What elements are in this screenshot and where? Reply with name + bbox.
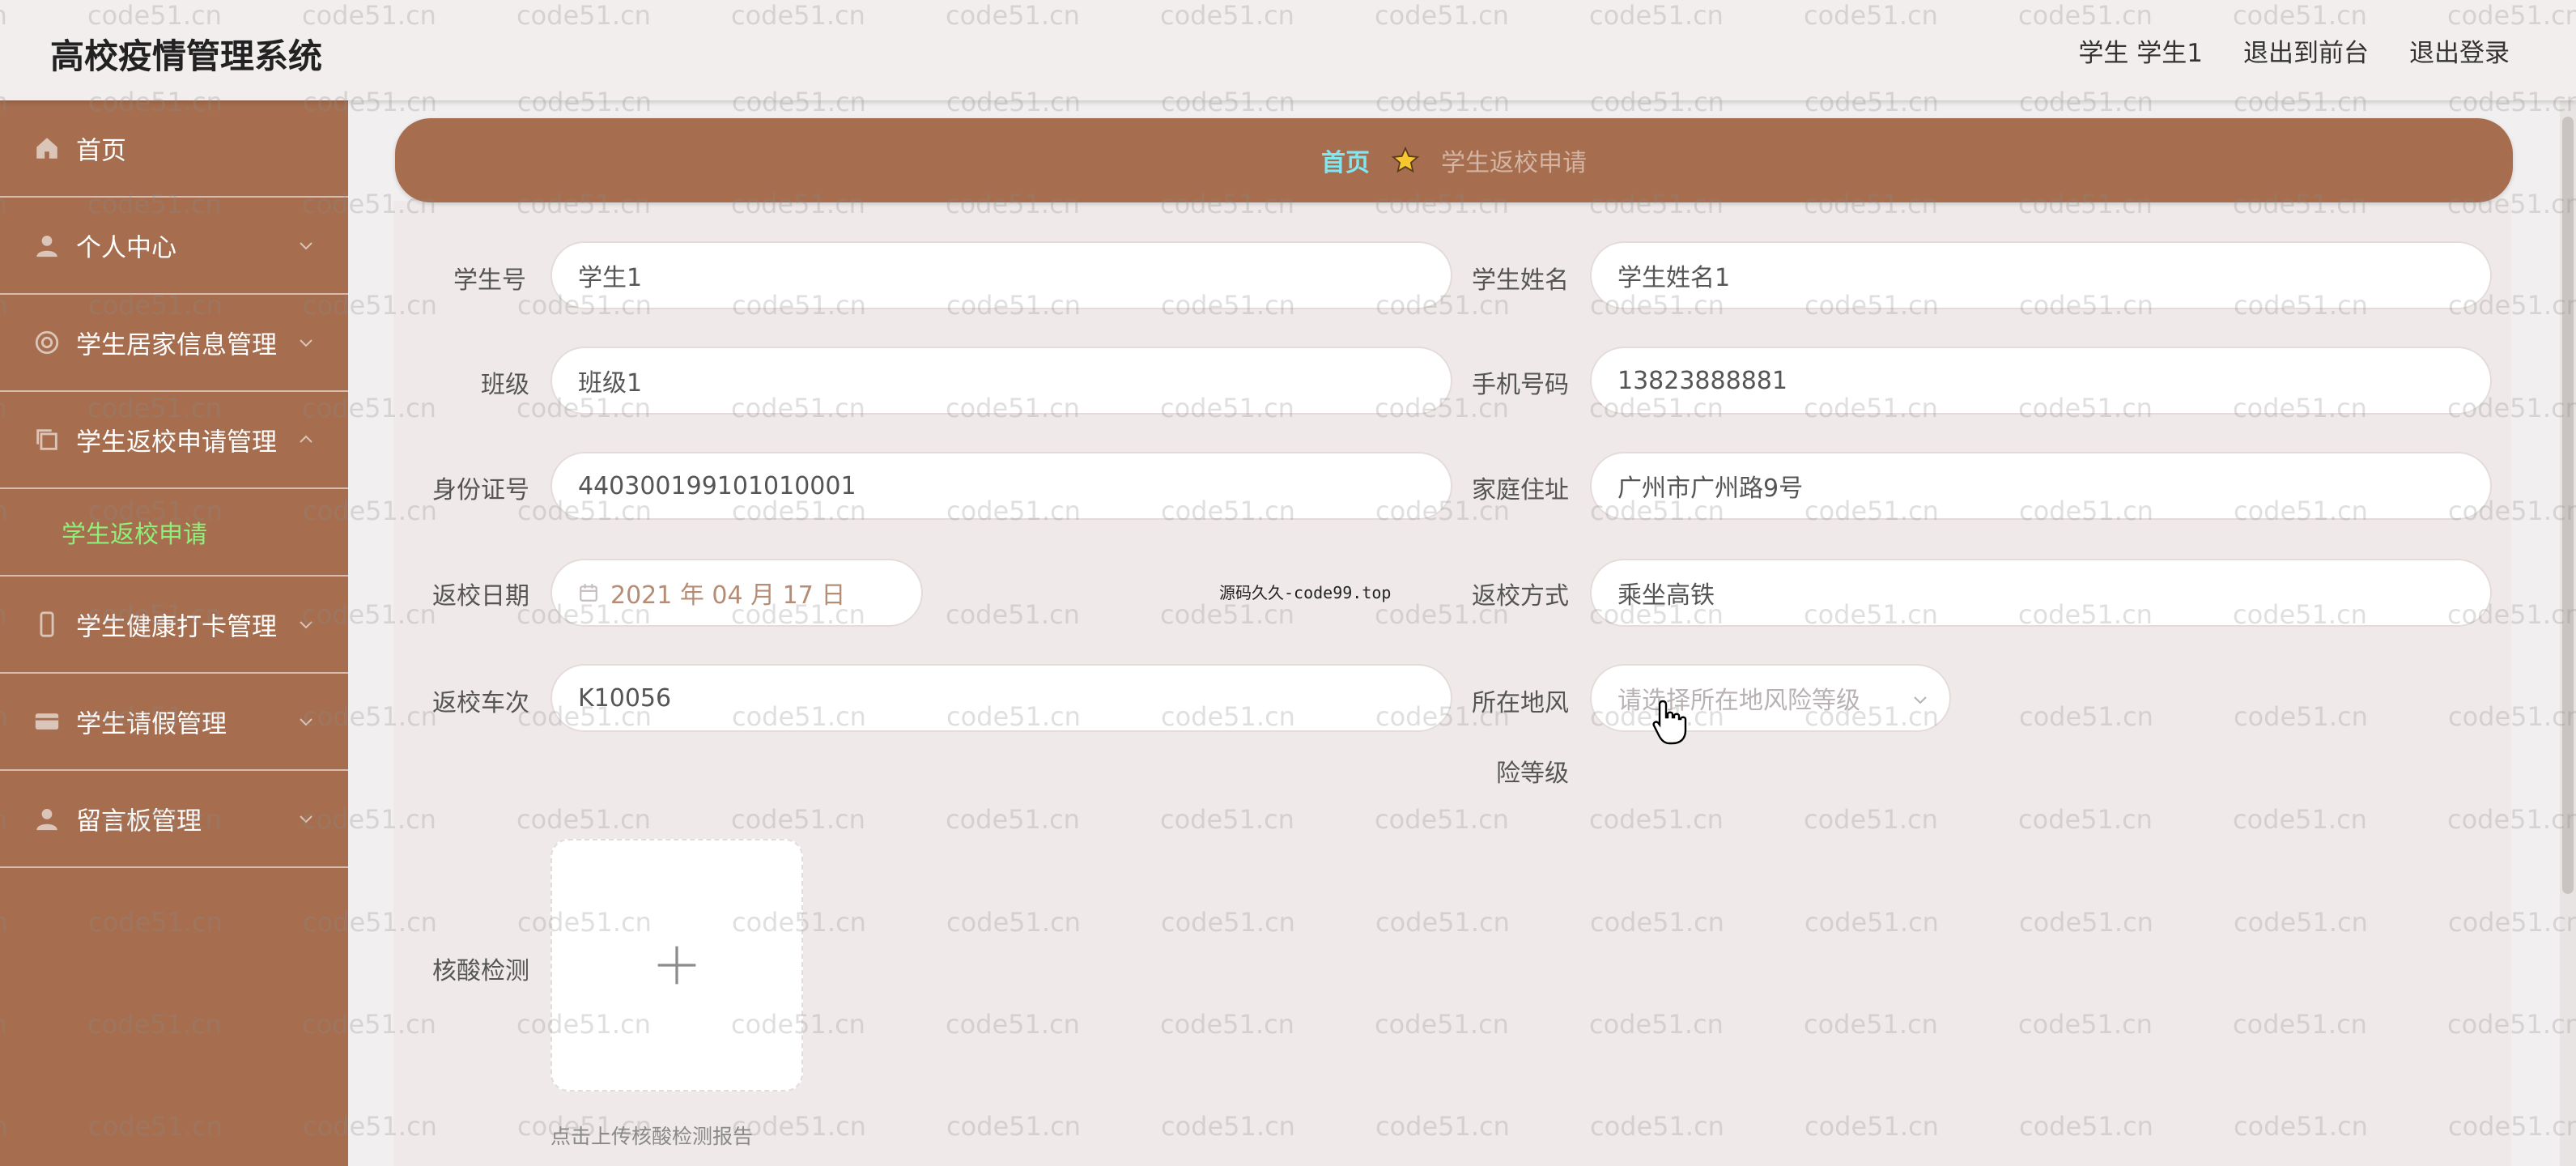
logout-link[interactable]: 退出登录 (2409, 32, 2510, 69)
class-input[interactable]: 班级1 (550, 347, 1452, 415)
breadcrumb-home-link[interactable]: 首页 (1321, 143, 1370, 178)
page-scrollbar[interactable] (2560, 100, 2576, 1166)
chevron-down-icon (300, 621, 312, 629)
phone-icon (32, 610, 62, 639)
id-card-input[interactable]: 440300199101010001 (550, 452, 1452, 520)
sidebar-subitem-label: 学生返校申请 (62, 521, 207, 549)
top-header: 高校疫情管理系统 学生 学生1 退出到前台 退出登录 (0, 0, 2576, 100)
person-icon (32, 804, 62, 833)
student-name-label: 学生姓名 (1472, 266, 1569, 295)
return-date-label: 返校日期 (432, 582, 529, 611)
sidebar-item-label: 个人中心 (76, 233, 176, 263)
sidebar-item-return-apply-mgmt[interactable]: 学生返校申请管理 (0, 392, 348, 489)
chevron-down-icon (300, 815, 312, 823)
calendar-icon (580, 584, 597, 602)
chevron-down-icon (1914, 696, 1927, 704)
chevron-down-icon (300, 718, 312, 726)
sidebar-item-personal-center[interactable]: 个人中心 (0, 198, 348, 295)
return-date-picker[interactable]: 2021 年 04 月 17 日 (550, 559, 923, 627)
sidebar-item-label: 学生返校申请管理 (76, 428, 277, 457)
phone-input[interactable]: 13823888881 (1590, 347, 2492, 415)
copy-icon (32, 425, 62, 454)
header-links: 学生 学生1 退出到前台 退出登录 (2078, 32, 2510, 69)
star-icon (1391, 146, 1420, 173)
address-value: 广州市广州路9号 (1617, 474, 1804, 503)
class-label: 班级 (481, 371, 529, 399)
chevron-down-icon (300, 339, 312, 347)
risk-level-label-line1: 所在地风 (1472, 689, 1569, 717)
address-input[interactable]: 广州市广州路9号 (1590, 452, 2492, 520)
sidebar-item-label: 学生健康打卡管理 (76, 612, 277, 642)
home-icon (32, 134, 62, 163)
sidebar-item-leave-mgmt[interactable]: 学生请假管理 (0, 674, 348, 771)
hand-cursor-icon (1652, 700, 1687, 745)
sidebar-item-label: 首页 (76, 136, 126, 166)
upload-tip: 点击上传核酸检测报告 (550, 1125, 754, 1148)
sidebar: 首页 个人中心 学生居家信息管理 学生返校申请管理 学生返校申请 学生健康打卡管… (0, 100, 348, 1166)
chevron-up-icon (300, 435, 312, 443)
return-method-input[interactable]: 乘坐高铁 (1590, 559, 2492, 627)
student-no-value: 学生1 (578, 264, 643, 292)
to-front-link[interactable]: 退出到前台 (2243, 32, 2369, 69)
address-label: 家庭住址 (1472, 476, 1569, 504)
id-card-value: 440300199101010001 (578, 471, 857, 500)
source-note: 源码久久-code99.top (1219, 583, 1392, 602)
sidebar-item-home-info[interactable]: 学生居家信息管理 (0, 295, 348, 392)
train-no-value: K10056 (578, 683, 672, 713)
sidebar-item-home[interactable]: 首页 (0, 100, 348, 198)
current-user-label: 学生 学生1 (2078, 39, 2203, 68)
student-name-value: 学生姓名1 (1617, 264, 1731, 292)
return-date-value: 2021 年 04 月 17 日 (610, 581, 846, 610)
nucleic-test-upload[interactable] (550, 839, 803, 1092)
chevron-down-icon (300, 242, 312, 250)
breadcrumb: 首页 学生返校申请 (395, 118, 2513, 202)
sidebar-subitem-return-apply[interactable]: 学生返校申请 (0, 489, 348, 577)
phone-label: 手机号码 (1472, 371, 1569, 399)
student-no-input[interactable]: 学生1 (550, 241, 1452, 309)
phone-value: 13823888881 (1617, 366, 1787, 395)
plus-icon (657, 946, 696, 985)
train-no-label: 返校车次 (432, 689, 529, 717)
nucleic-test-label: 核酸检测 (432, 957, 529, 985)
scrollbar-thumb[interactable] (2562, 117, 2574, 894)
train-no-input[interactable]: K10056 (550, 664, 1452, 732)
breadcrumb-current: 学生返校申请 (1441, 149, 1587, 177)
risk-level-select[interactable]: 请选择所在地风险等级 (1590, 664, 1951, 732)
sidebar-item-health-checkin[interactable]: 学生健康打卡管理 (0, 577, 348, 674)
card-icon (32, 707, 62, 736)
sidebar-item-label: 学生居家信息管理 (76, 330, 277, 360)
sidebar-item-label: 留言板管理 (76, 806, 202, 836)
class-value: 班级1 (578, 369, 643, 398)
student-name-input[interactable]: 学生姓名1 (1590, 241, 2492, 309)
sidebar-item-message-board[interactable]: 留言板管理 (0, 771, 348, 868)
globe-icon (32, 328, 62, 357)
id-card-label: 身份证号 (432, 476, 529, 504)
app-title: 高校疫情管理系统 (50, 36, 323, 76)
risk-level-label-line2: 险等级 (1496, 760, 1569, 788)
return-method-value: 乘坐高铁 (1617, 581, 1715, 610)
student-no-label: 学生号 (453, 266, 526, 295)
user-icon (32, 231, 62, 260)
sidebar-item-label: 学生请假管理 (76, 709, 227, 739)
return-method-label: 返校方式 (1472, 582, 1569, 611)
